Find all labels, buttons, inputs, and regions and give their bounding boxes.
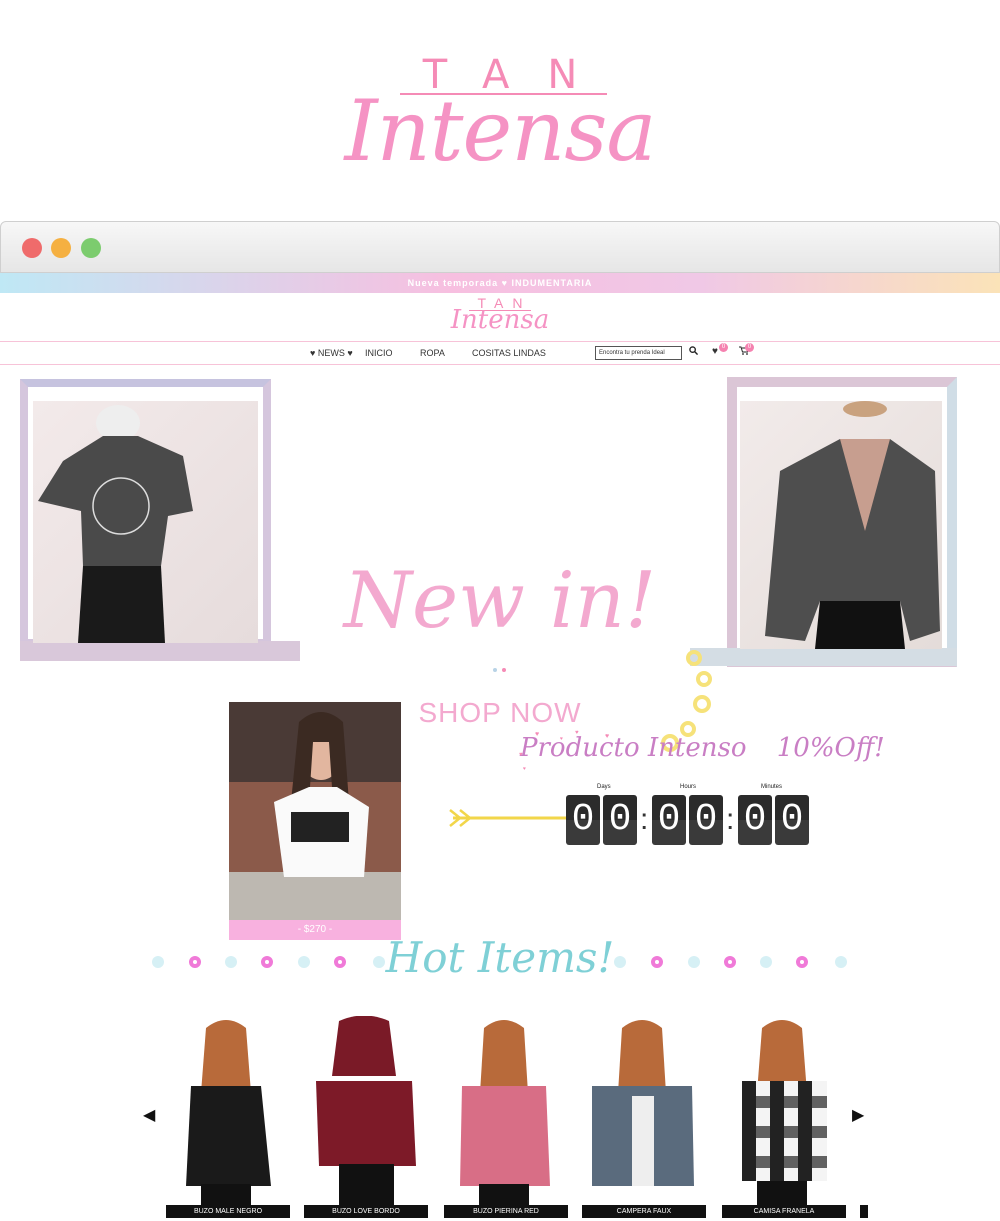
countdown-minutes-label: Minutes xyxy=(761,784,783,790)
product-card[interactable] xyxy=(166,1016,290,1216)
decor-ring xyxy=(796,956,808,968)
decor-dot xyxy=(614,956,626,968)
nav-item-inicio[interactable]: INICIO xyxy=(365,348,393,358)
slider-headline: New in! xyxy=(343,556,657,646)
decor-ring xyxy=(334,956,346,968)
product-name[interactable]: BUZO PIERINA RED xyxy=(444,1205,568,1218)
slider-dot[interactable] xyxy=(493,668,497,672)
promo-discount: 10%Off! xyxy=(776,733,885,763)
countdown-digit: 0 xyxy=(566,795,600,845)
main-nav: ♥ NEWS ♥ INICIO ROPA COSITAS LINDAS Enco… xyxy=(0,341,1000,365)
product-name[interactable]: BUZO MALE NEGRO xyxy=(166,1205,290,1218)
close-dot[interactable] xyxy=(22,238,42,258)
announcement-bar: Nueva temporada ♥ INDUMENTARIA xyxy=(0,273,1000,293)
shop-now-button[interactable]: SHOP NOW xyxy=(0,697,1000,729)
slider-dot-active[interactable] xyxy=(502,668,506,672)
svg-text:♥: ♥ xyxy=(519,752,523,758)
search-icon[interactable] xyxy=(689,346,699,358)
countdown-digit: 0 xyxy=(603,795,637,845)
browser-window: Nueva temporada ♥ INDUMENTARIA TAN Inten… xyxy=(0,221,1000,1221)
decor-dot xyxy=(760,956,772,968)
search-input[interactable]: Encontra tu prenda Ideal xyxy=(595,346,682,360)
hero-slider[interactable]: New in! SHOP NOW xyxy=(0,371,1000,830)
product-card[interactable] xyxy=(722,1016,846,1216)
maximize-dot[interactable] xyxy=(81,238,101,258)
decor-dot xyxy=(373,956,385,968)
countdown-days-label: Days xyxy=(597,784,611,790)
svg-text:♥: ♥ xyxy=(523,766,526,772)
decor-ring xyxy=(189,956,201,968)
hero-logo: TAN Intensa xyxy=(0,0,1000,215)
right-frame-bar xyxy=(690,648,957,666)
countdown-digit: 0 xyxy=(652,795,686,845)
decor-ring xyxy=(651,956,663,968)
countdown-digit: 0 xyxy=(738,795,772,845)
decor-dot xyxy=(835,956,847,968)
product-name[interactable]: CAMPERA FAUX xyxy=(582,1205,706,1218)
nav-item-ropa[interactable]: ROPA xyxy=(420,348,445,358)
countdown-digit: 0 xyxy=(689,795,723,845)
browser-chrome xyxy=(0,221,1000,273)
product-name[interactable]: BUZO LOVE BORDO xyxy=(304,1205,428,1218)
product-name-partial xyxy=(860,1205,868,1218)
minimize-dot[interactable] xyxy=(51,238,71,258)
wishlist-badge: 0 xyxy=(719,343,728,352)
decor-ring xyxy=(724,956,736,968)
svg-text:♥: ♥ xyxy=(560,736,563,742)
nav-item-news[interactable]: ♥ NEWS ♥ xyxy=(310,348,353,358)
product-card[interactable] xyxy=(444,1016,568,1216)
carousel-next-icon[interactable]: ▶ xyxy=(852,1105,864,1125)
countdown-digit: 0 xyxy=(775,795,809,845)
product-card[interactable] xyxy=(304,1015,428,1216)
svg-text:♥: ♥ xyxy=(575,730,579,736)
site-logo[interactable]: TAN Intensa xyxy=(0,293,1000,343)
decor-dot xyxy=(688,956,700,968)
hearts-icon: ♥ ♥ ♥ ♥ ♥ ♥ xyxy=(519,730,609,772)
hero-logo-intensa: Intensa xyxy=(344,82,656,180)
svg-text:♥: ♥ xyxy=(605,733,609,740)
promo-product-image[interactable] xyxy=(229,702,401,920)
decor-dot xyxy=(225,956,237,968)
nav-item-cositas[interactable]: COSITAS LINDAS xyxy=(472,348,546,358)
wishlist-icon[interactable]: ♥ xyxy=(712,346,718,357)
decor-dot xyxy=(152,956,164,968)
site-logo-intensa: Intensa xyxy=(450,305,550,335)
decor-dot xyxy=(298,956,310,968)
svg-text:♥: ♥ xyxy=(535,731,539,738)
hot-items-title: Hot Items! xyxy=(385,933,615,982)
carousel-prev-icon[interactable]: ◀ xyxy=(143,1105,155,1125)
cart-badge: 0 xyxy=(745,343,754,352)
countdown-colon: : xyxy=(726,803,735,836)
decor-ring xyxy=(261,956,273,968)
product-name[interactable]: CAMISA FRANELA xyxy=(722,1205,846,1218)
product-card[interactable] xyxy=(582,1016,706,1216)
countdown-colon: : xyxy=(640,803,649,836)
countdown-hours-label: Hours xyxy=(680,784,697,790)
